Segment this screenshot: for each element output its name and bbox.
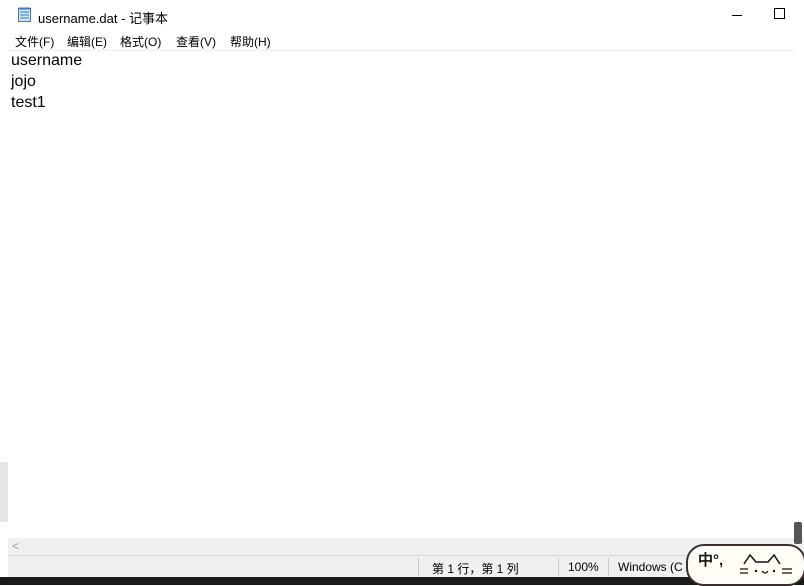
horizontal-scrollbar[interactable]: < (8, 538, 794, 555)
window-title: username.dat - 记事本 (38, 11, 169, 26)
menu-format[interactable]: 格式(O) (120, 33, 161, 50)
status-divider (608, 558, 609, 576)
menu-view[interactable]: 查看(V) (176, 33, 216, 50)
menu-file[interactable]: 文件(F) (15, 33, 54, 50)
background-scroll-thumb (794, 522, 802, 544)
menu-bar: 文件(F) 编辑(E) 格式(O) 查看(V) 帮助(H) (8, 32, 804, 51)
menu-help[interactable]: 帮助(H) (230, 33, 271, 50)
minimize-button[interactable] (728, 0, 750, 30)
cursor-position: 第 1 行，第 1 列 (432, 562, 519, 576)
editor-line: jojo (11, 73, 36, 90)
status-divider (418, 558, 419, 576)
vertical-scrollbar[interactable] (794, 50, 804, 538)
notepad-icon (18, 7, 31, 22)
status-divider (558, 558, 559, 576)
taskbar (0, 577, 804, 585)
ime-status-widget[interactable]: 中°, (686, 544, 804, 586)
editor-line: test1 (11, 94, 46, 111)
maximize-button[interactable] (774, 8, 785, 19)
editor-line: username (11, 52, 83, 69)
line-ending: Windows (C (618, 560, 683, 574)
background-window-fragment (0, 462, 8, 522)
scroll-left-icon[interactable]: < (12, 539, 19, 553)
cat-face-icon (740, 553, 792, 574)
ime-mode-label: 中°, (698, 552, 724, 569)
title-bar[interactable]: username.dat - 记事本 (8, 0, 804, 32)
status-bar: 第 1 行，第 1 列 100% Windows (C (8, 555, 804, 578)
notepad-window: username.dat - 记事本 文件(F) 编辑(E) 格式(O) 查看(… (8, 0, 804, 578)
zoom-level: 100% (568, 560, 599, 574)
menu-edit[interactable]: 编辑(E) (67, 33, 107, 50)
text-editor[interactable]: username jojo test1 (8, 50, 794, 538)
